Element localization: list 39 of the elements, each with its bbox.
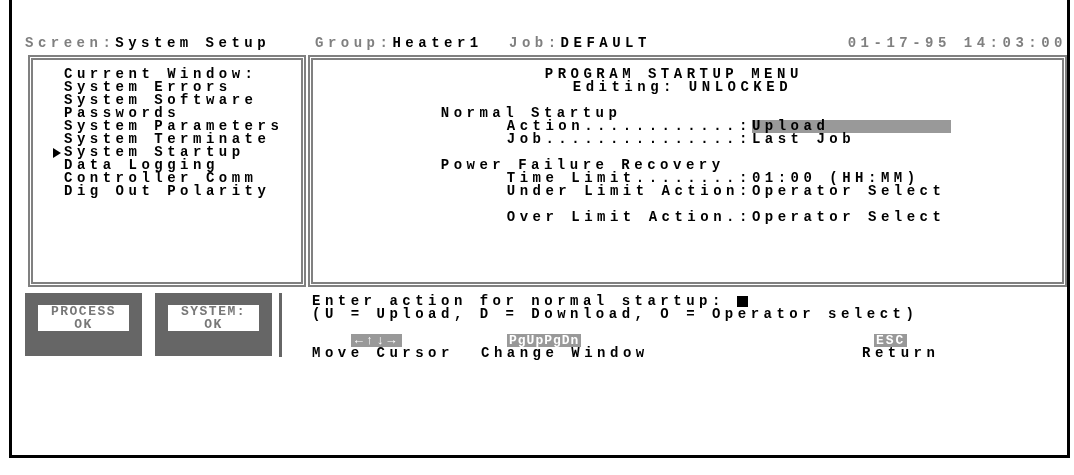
prompt-hint: (U = Upload, D = Download, O = Operator select) (312, 308, 920, 321)
field-value[interactable]: Last Job (751, 133, 856, 146)
status-label: PROCESS OK (38, 305, 129, 331)
field-label: Time Limit........: (506, 172, 752, 185)
field-label: Over Limit Action.: (506, 211, 752, 224)
group-name: Heater1 (392, 35, 483, 51)
window-list-item[interactable]: Data Logging (64, 159, 219, 172)
status-label: SYSTEM: OK (168, 305, 259, 331)
window-list-item[interactable]: Controller Comm (64, 172, 258, 185)
field-value[interactable]: 01:00 (HH:MM) (751, 172, 920, 185)
key-action: Change Window (481, 347, 650, 360)
section-heading: Normal Startup (440, 107, 622, 120)
job-name: DEFAULT (560, 35, 651, 51)
editing-status: Editing: UNLOCKED (571, 81, 794, 94)
text-cursor (736, 296, 748, 307)
window-list-item[interactable]: System Software (64, 94, 258, 107)
window-list-item[interactable]: Passwords (64, 107, 181, 120)
field-value[interactable]: Upload (751, 120, 951, 133)
screen-label: Screen: (25, 35, 116, 51)
prompt-text: Enter action for normal startup: (312, 295, 725, 308)
list-heading: Current Window: (63, 68, 259, 81)
field-value[interactable]: Operator Select (751, 211, 946, 224)
window-list-item[interactable]: System Parameters (64, 120, 284, 133)
window-list-item[interactable]: Dig Out Polarity (64, 185, 271, 198)
screen-name: System Setup (115, 35, 271, 51)
window-list-item[interactable]: System Terminate (64, 133, 271, 146)
key-action: Move Cursor (312, 347, 455, 360)
menu-title: PROGRAM STARTUP MENU (543, 68, 804, 81)
section-heading: Power Failure Recovery (440, 159, 725, 172)
field-value[interactable]: Operator Select (751, 185, 946, 198)
window-list-item[interactable]: System Errors (64, 81, 232, 94)
field-label: Action............: (506, 120, 752, 133)
job-label: Job: (509, 35, 561, 51)
field-label: Under Limit Action: (506, 185, 752, 198)
field-label: Job...............: (506, 133, 752, 146)
window-list-item[interactable]: System Startup (64, 146, 245, 159)
date-time: 01-17-95 14:03:00 (847, 37, 1067, 50)
group-label: Group: (315, 35, 393, 51)
key-action: Return (862, 347, 940, 360)
